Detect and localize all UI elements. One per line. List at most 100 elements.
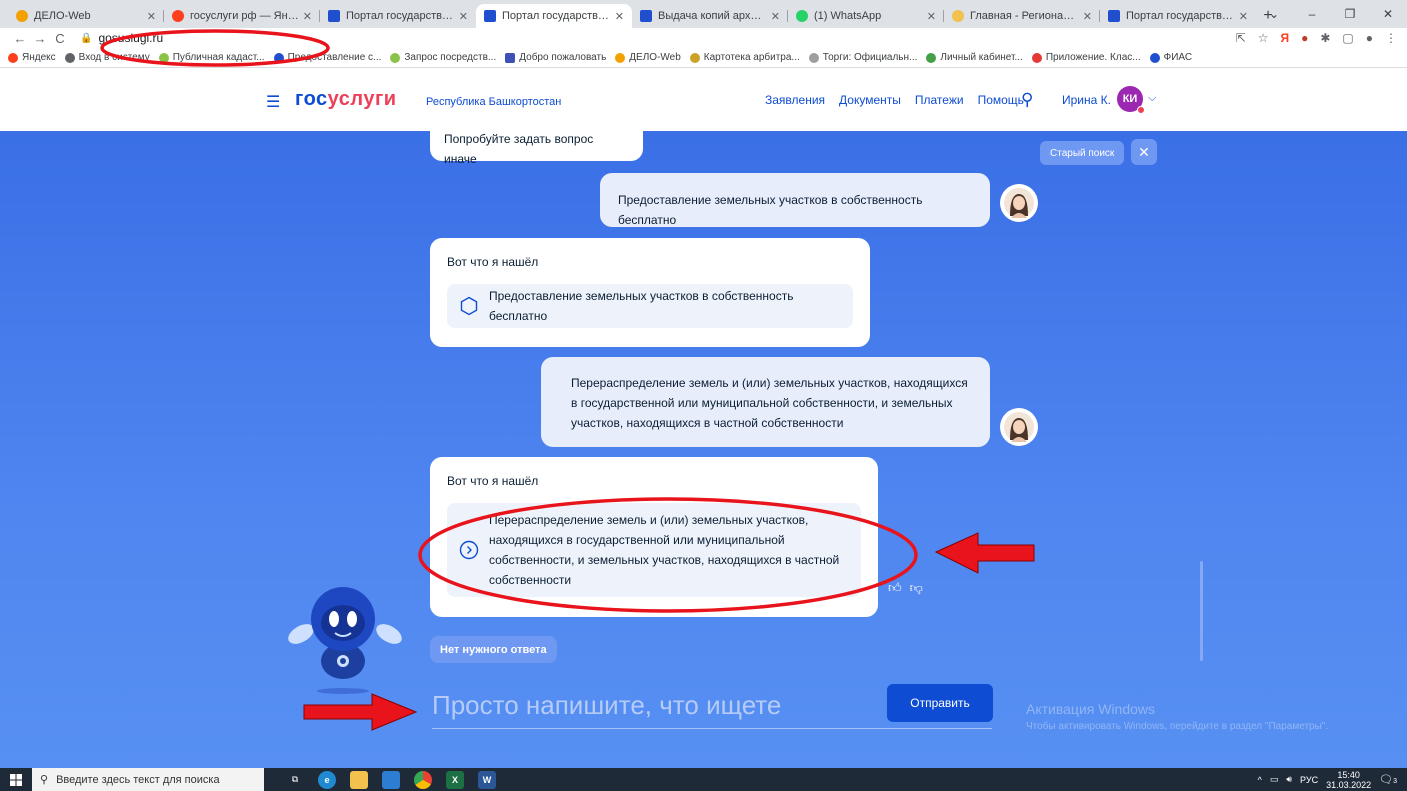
network-icon[interactable]: ▭ — [1270, 774, 1279, 785]
browser-tab[interactable]: Выдача копий архивных ✕ — [632, 4, 788, 28]
volume-icon[interactable]: 🔊︎ — [1286, 774, 1292, 785]
minimize-button[interactable]: – — [1293, 0, 1331, 28]
bookmark-item[interactable]: Личный кабинет... — [926, 52, 1023, 63]
file-explorer-icon[interactable] — [350, 770, 368, 789]
edge-icon[interactable]: e — [318, 770, 336, 789]
profile-icon[interactable]: ● — [1366, 31, 1373, 45]
user-name[interactable]: Ирина К. — [1062, 93, 1111, 107]
tab-title: Портал государственных — [346, 10, 455, 22]
notifications-icon[interactable]: 🗨︎3 — [1379, 773, 1397, 786]
cookie-extension-icon[interactable]: ● — [1301, 31, 1308, 45]
tab-favicon-icon — [796, 10, 808, 22]
yandex-extension-icon[interactable]: Я — [1280, 31, 1289, 45]
browser-tab[interactable]: Главная - Региональный ✕ — [944, 4, 1100, 28]
search-result-card[interactable]: Предоставление земельных участков в собс… — [447, 284, 853, 328]
user-message: Перераспределение земель и (или) земельн… — [541, 357, 990, 447]
bookmark-item[interactable]: Картотека арбитра... — [689, 52, 800, 63]
bookmark-favicon-icon — [390, 52, 401, 63]
bookmark-favicon-icon — [926, 52, 937, 63]
star-icon[interactable]: ☆ — [1258, 31, 1269, 45]
bookmark-item[interactable]: ФИАС — [1149, 52, 1192, 63]
bookmark-item[interactable]: Добро пожаловать — [505, 52, 606, 63]
chevron-down-icon[interactable]: ⌵ — [1148, 92, 1156, 105]
tab-favicon-icon — [16, 10, 28, 22]
nav-applications[interactable]: Заявления — [765, 93, 825, 107]
tab-close-icon[interactable]: ✕ — [615, 10, 624, 23]
excel-icon[interactable]: X — [446, 770, 464, 789]
old-search-button[interactable]: Старый поиск — [1040, 141, 1125, 165]
tab-favicon-icon — [484, 10, 496, 22]
address-bar[interactable]: 🔒 gosuslugi.ru — [80, 31, 163, 45]
tab-close-icon[interactable]: ✕ — [1083, 10, 1092, 23]
send-button[interactable]: Отправить — [887, 684, 993, 722]
forward-icon[interactable]: → — [30, 31, 50, 46]
tab-close-icon[interactable]: ✕ — [1239, 10, 1248, 23]
nav-documents[interactable]: Документы — [839, 93, 901, 107]
close-window-button[interactable]: ✕ — [1369, 0, 1407, 28]
nav-payments[interactable]: Платежи — [915, 93, 964, 107]
reload-icon[interactable]: C — [50, 31, 70, 46]
bookmark-favicon-icon — [1149, 52, 1160, 63]
bookmark-favicon-icon — [158, 52, 169, 63]
store-icon[interactable] — [382, 770, 400, 789]
globe-icon — [64, 52, 75, 63]
bookmark-item[interactable]: Предоставление с... — [273, 52, 381, 63]
chrome-icon[interactable] — [414, 770, 432, 789]
bookmark-item[interactable]: Публичная кадаст... — [158, 52, 265, 63]
chat-scrollbar[interactable] — [1200, 561, 1203, 661]
bookmark-item[interactable]: Вход в систему — [64, 52, 150, 63]
taskbar-search-placeholder: Введите здесь текст для поиска — [56, 773, 220, 786]
tab-close-icon[interactable]: ✕ — [927, 10, 936, 23]
tab-search-icon[interactable]: ⌄ — [1255, 0, 1293, 28]
search-icon[interactable]: ⚲ — [1021, 90, 1033, 110]
chat-input[interactable] — [432, 690, 862, 721]
close-icon[interactable]: ✕ — [1131, 139, 1157, 165]
bookmark-item[interactable]: Торги: Официальн... — [808, 52, 917, 63]
windows-activation-watermark: Активация Windows Чтобы активировать Win… — [1026, 701, 1329, 732]
bookmark-item[interactable]: ДЕЛО-Web — [615, 52, 681, 63]
bookmark-item[interactable]: Приложение. Клас... — [1031, 52, 1141, 63]
puzzle-icon[interactable]: ✱ — [1320, 31, 1330, 45]
browser-tab[interactable]: ДЕЛО-Web ✕ — [8, 4, 164, 28]
browser-tab[interactable]: Портал государственных ✕ — [1100, 4, 1256, 28]
clock[interactable]: 15:40 31.03.2022 — [1326, 770, 1371, 790]
tab-close-icon[interactable]: ✕ — [303, 10, 312, 23]
nav-help[interactable]: Помощь — [978, 93, 1024, 107]
tab-title: Портал государственных — [502, 10, 611, 22]
menu-icon[interactable]: ⋮ — [1385, 31, 1397, 45]
gosuslugi-logo[interactable]: госуслуги — [295, 88, 397, 111]
menu-hamburger-icon[interactable]: ☰ — [266, 92, 280, 112]
tab-close-icon[interactable]: ✕ — [771, 10, 780, 23]
system-tray: ^ ▭ 🔊︎ РУС 15:40 31.03.2022 🗨︎3 — [1258, 768, 1397, 791]
thumbs-down-icon[interactable]: 👎︎ — [910, 580, 923, 596]
share-icon[interactable]: ⇱ — [1236, 31, 1246, 45]
browser-tab[interactable]: госуслуги рф — Яндекс: н ✕ — [164, 4, 320, 28]
tab-title: госуслуги рф — Яндекс: н — [190, 10, 299, 22]
bot-message: Вот что я нашёл Перераспределение земель… — [430, 457, 878, 617]
search-result-card[interactable]: Перераспределение земель и (или) земельн… — [447, 503, 861, 597]
taskbar-search[interactable]: ⚲ Введите здесь текст для поиска — [32, 768, 264, 791]
windows-start-icon[interactable] — [0, 768, 32, 791]
woman-avatar-icon — [1004, 188, 1034, 218]
no-answer-button[interactable]: Нет нужного ответа — [430, 636, 557, 663]
browser-tab[interactable]: (1) WhatsApp ✕ — [788, 4, 944, 28]
restore-button[interactable]: ❐ — [1331, 0, 1369, 28]
avatar[interactable]: КИ — [1117, 86, 1145, 114]
bookmarks-bar: Яндекс Вход в систему Публичная кадаст..… — [0, 48, 1407, 68]
bookmark-item[interactable]: Яндекс — [8, 52, 56, 63]
thumbs-up-icon[interactable]: 👍︎ — [888, 580, 902, 596]
back-icon[interactable]: ← — [10, 31, 30, 46]
sidebar-icon[interactable]: ▢ — [1342, 31, 1353, 45]
word-icon[interactable]: W — [478, 770, 496, 789]
input-language[interactable]: РУС — [1300, 775, 1318, 785]
bookmark-item[interactable]: Запрос посредств... — [390, 52, 496, 63]
browser-tab[interactable]: Портал государственных ✕ — [320, 4, 476, 28]
task-view-icon[interactable]: ⧉ — [286, 771, 304, 789]
chat-area: Старый поиск ✕ Попробуйте задать вопрос … — [0, 131, 1407, 768]
region-selector[interactable]: Республика Башкортостан — [426, 96, 561, 108]
tab-close-icon[interactable]: ✕ — [459, 10, 468, 23]
browser-tab-active[interactable]: Портал государственных ✕ — [476, 4, 632, 28]
site-header: ☰ госуслуги Республика Башкортостан Заяв… — [0, 68, 1407, 131]
tab-close-icon[interactable]: ✕ — [147, 10, 156, 23]
chevron-up-icon[interactable]: ^ — [1258, 775, 1262, 785]
